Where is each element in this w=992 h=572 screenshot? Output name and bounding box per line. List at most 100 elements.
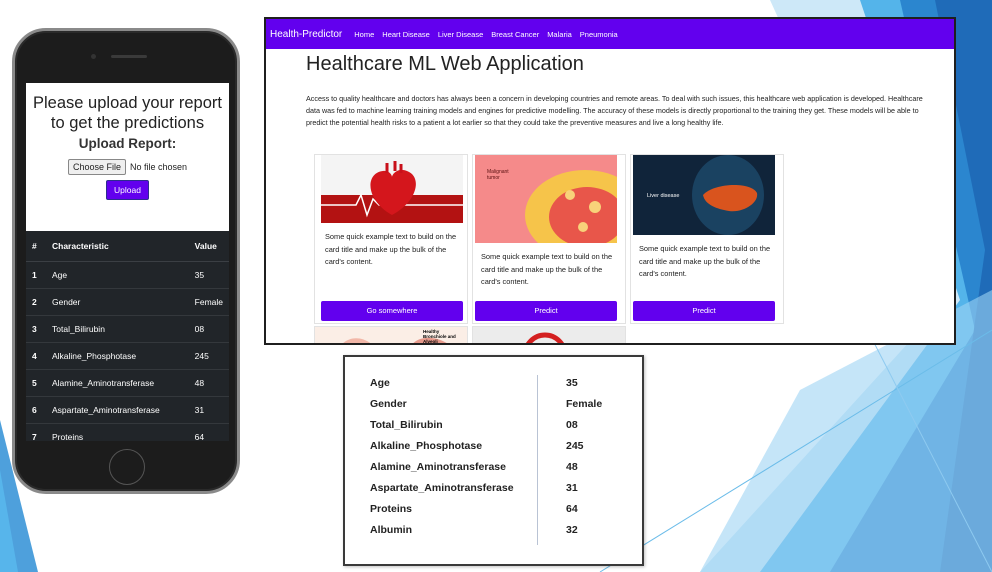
web-app-window: Health-Predictor Home Heart Disease Live… [264,17,956,345]
row-value: 48 [566,461,578,473]
row-value: 35 [188,261,229,289]
nav-link-malaria[interactable]: Malaria [547,30,572,39]
heart-image [321,155,463,223]
table-row: 1 Age 35 [26,261,229,289]
phone-screen: Please upload your report to get the pre… [26,83,229,441]
row-key: Gender [370,398,407,410]
nav-link-home[interactable]: Home [354,30,374,39]
row-key: Age [370,377,390,389]
table-row: Aspartate_Aminotransferase 31 [345,482,642,502]
row-value: 32 [566,524,578,536]
phone-home-button [109,449,145,485]
row-value: 64 [188,423,229,441]
row-key: Proteins [370,503,413,515]
upload-subtitle: Upload Report: [78,136,177,151]
liver-disease-label: Liver disease [647,193,680,199]
row-key: Alkaline_Phosphotase [370,440,483,452]
row-characteristic: Alkaline_Phosphotase [46,342,189,370]
intro-paragraph: Access to quality healthcare and doctors… [306,94,923,127]
predict-button[interactable]: Predict [475,301,617,321]
table-row: 3 Total_Bilirubin 08 [26,315,229,343]
card-malaria-partial [472,326,626,343]
breast-cancer-image: Malignant tumor [475,155,617,243]
row-value: 31 [566,482,578,494]
phone-mockup: Please upload your report to get the pre… [12,28,240,494]
header-value: Value [188,231,229,262]
header-characteristic: Characteristic [46,231,189,262]
table-row: 7 Proteins 64 [26,423,229,441]
malaria-icon [526,332,564,343]
table-row: Total_Bilirubin 08 [345,419,642,439]
no-file-text: No file chosen [129,162,188,172]
table-row: Proteins 64 [345,503,642,523]
navbar: Health-Predictor Home Heart Disease Live… [266,19,954,49]
go-somewhere-button[interactable]: Go somewhere [321,301,463,321]
row-key: Alamine_Aminotransferase [370,461,506,473]
heart-icon [321,155,463,223]
row-number: 1 [26,261,46,289]
row-value: 08 [188,315,229,343]
row-value: 08 [566,419,578,431]
upload-heading: Please upload your report to get the pre… [33,94,222,132]
row-value: 245 [188,342,229,370]
nav-link-breast-cancer[interactable]: Breast Cancer [491,30,539,39]
row-number: 5 [26,369,46,397]
navbar-brand[interactable]: Health-Predictor [270,29,342,40]
row-number: 6 [26,396,46,424]
table-row: Age 35 [345,377,642,397]
nav-link-liver-disease[interactable]: Liver Disease [438,30,483,39]
malignant-tumor-label: Malignant tumor [487,169,509,181]
row-key: Total_Bilirubin [370,419,443,431]
header-number: # [26,231,46,262]
phone-speaker [111,55,147,58]
row-value: Female [566,398,603,410]
characteristics-table: # Characteristic Value 1 Age 35 2 Gender Fem… [26,231,229,441]
row-key: Albumin [370,524,412,536]
card-text: Some quick example text to build on the … [639,244,771,278]
table-row: Albumin 32 [345,524,642,544]
patient-values-table: Age 35 Gender Female Total_Bilirubin 08 Alk… [343,355,644,566]
row-value: 245 [566,440,584,452]
card-text: Some quick example text to build on the … [325,232,457,266]
row-characteristic: Age [46,261,189,289]
row-value: 64 [566,503,578,515]
card-text: Some quick example text to build on the … [481,252,613,286]
row-value: 35 [566,377,578,389]
row-characteristic: Aspartate_Aminotransferase [46,396,189,424]
card-heart-disease: Some quick example text to build on the … [314,154,468,324]
card-liver-disease: Liver disease Some quick example text to… [630,154,784,324]
page-title: Healthcare ML Web Application [306,53,584,75]
row-number: 4 [26,342,46,370]
phone-camera [91,54,96,59]
row-characteristic: Total_Bilirubin [46,315,189,343]
predict-button[interactable]: Predict [633,301,775,321]
card-pneumonia-partial: Healthy Bronchiole and Alveoli [314,326,468,344]
row-characteristic: Gender [46,288,189,316]
healthy-bronchiole-label: Healthy Bronchiole and Alveoli [423,329,456,344]
table-row: 4 Alkaline_Phosphotase 245 [26,342,229,370]
nav-link-pneumonia[interactable]: Pneumonia [580,30,618,39]
row-value: 48 [188,369,229,397]
row-number: 3 [26,315,46,343]
cards-grid: Some quick example text to build on the … [314,154,784,344]
choose-file-button[interactable]: Choose File [67,159,126,175]
table-row: 6 Aspartate_Aminotransferase 31 [26,396,229,424]
table-header-row: # Characteristic Value [26,231,229,262]
card-breast-cancer: Malignant tumor Some quick example text … [472,154,626,324]
row-value: Female [188,288,229,316]
row-characteristic: Proteins [46,423,189,441]
upload-button[interactable]: Upload [106,180,149,200]
table-row: 5 Alamine_Aminotransferase 48 [26,369,229,397]
row-number: 7 [26,423,46,441]
table-row: 2 Gender Female [26,288,229,316]
liver-image: Liver disease [633,155,775,235]
row-characteristic: Alamine_Aminotransferase [46,369,189,397]
upload-section: Please upload your report to get the pre… [26,83,229,231]
table-row: Alkaline_Phosphotase 245 [345,440,642,460]
row-value: 31 [188,396,229,424]
table-row: Gender Female [345,398,642,418]
file-input-row: Choose File No file chosen [26,159,229,175]
row-key: Aspartate_Aminotransferase [370,482,514,494]
nav-link-heart-disease[interactable]: Heart Disease [382,30,430,39]
table-row: Alamine_Aminotransferase 48 [345,461,642,481]
